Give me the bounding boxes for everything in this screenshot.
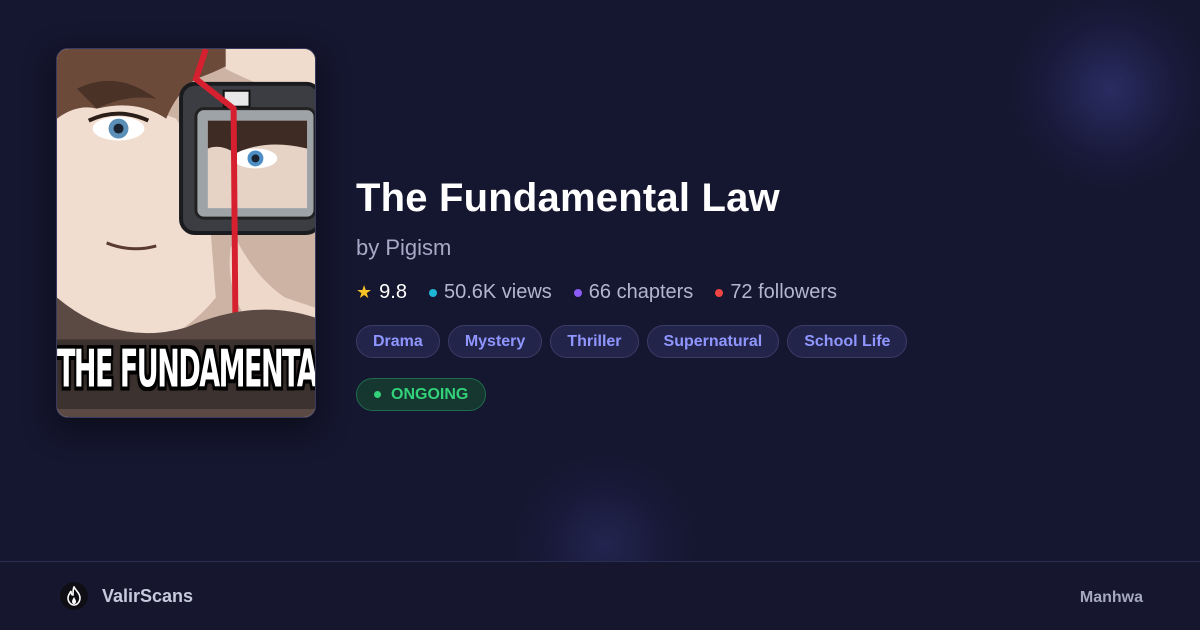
views-dot-icon: [428, 288, 437, 297]
genre-tag-drama[interactable]: Drama: [356, 325, 440, 358]
genre-tag-thriller[interactable]: Thriller: [550, 325, 639, 358]
series-author: by Pigism: [356, 235, 452, 260]
genre-tag-supernatural[interactable]: Supernatural: [646, 325, 780, 358]
status-dot-icon: [374, 391, 381, 398]
stats-row: ★ 9.8 50.6K views 66 chapters 72 followe…: [356, 281, 837, 304]
footer-bar: ValirScans Manhwa: [0, 561, 1200, 630]
chapters-dot-icon: [573, 288, 582, 297]
status-badge: ONGOING: [356, 378, 487, 411]
genre-tag-mystery[interactable]: Mystery: [447, 325, 543, 358]
star-icon: ★: [356, 282, 373, 302]
followers-dot-icon: [715, 288, 724, 297]
category-label: Manhwa: [1079, 589, 1143, 606]
series-title: The Fundamental Law: [356, 176, 780, 220]
views-value: 50.6K views: [443, 281, 552, 303]
genre-tag-school-life[interactable]: School Life: [787, 325, 908, 358]
genre-tags: Drama Mystery Thriller Supernatural Scho…: [356, 325, 908, 358]
chapters-value: 66 chapters: [588, 281, 694, 303]
brand-name: ValirScans: [102, 585, 194, 606]
background-glow: [1010, 0, 1200, 190]
rating-value: 9.8: [379, 281, 407, 303]
followers-stat: 72 followers: [715, 281, 837, 304]
followers-value: 72 followers: [730, 281, 838, 303]
views-stat: 50.6K views: [428, 281, 552, 304]
rating-stat: ★ 9.8: [356, 281, 407, 304]
brand[interactable]: ValirScans: [60, 582, 193, 610]
cover-image: THE FUNDAMENTAL LAW: [56, 48, 316, 418]
flame-logo-icon: [60, 582, 88, 610]
chapters-stat: 66 chapters: [573, 281, 694, 304]
cover-title-text: THE FUNDAMENTAL LAW: [57, 341, 316, 400]
status-label: ONGOING: [391, 385, 469, 403]
